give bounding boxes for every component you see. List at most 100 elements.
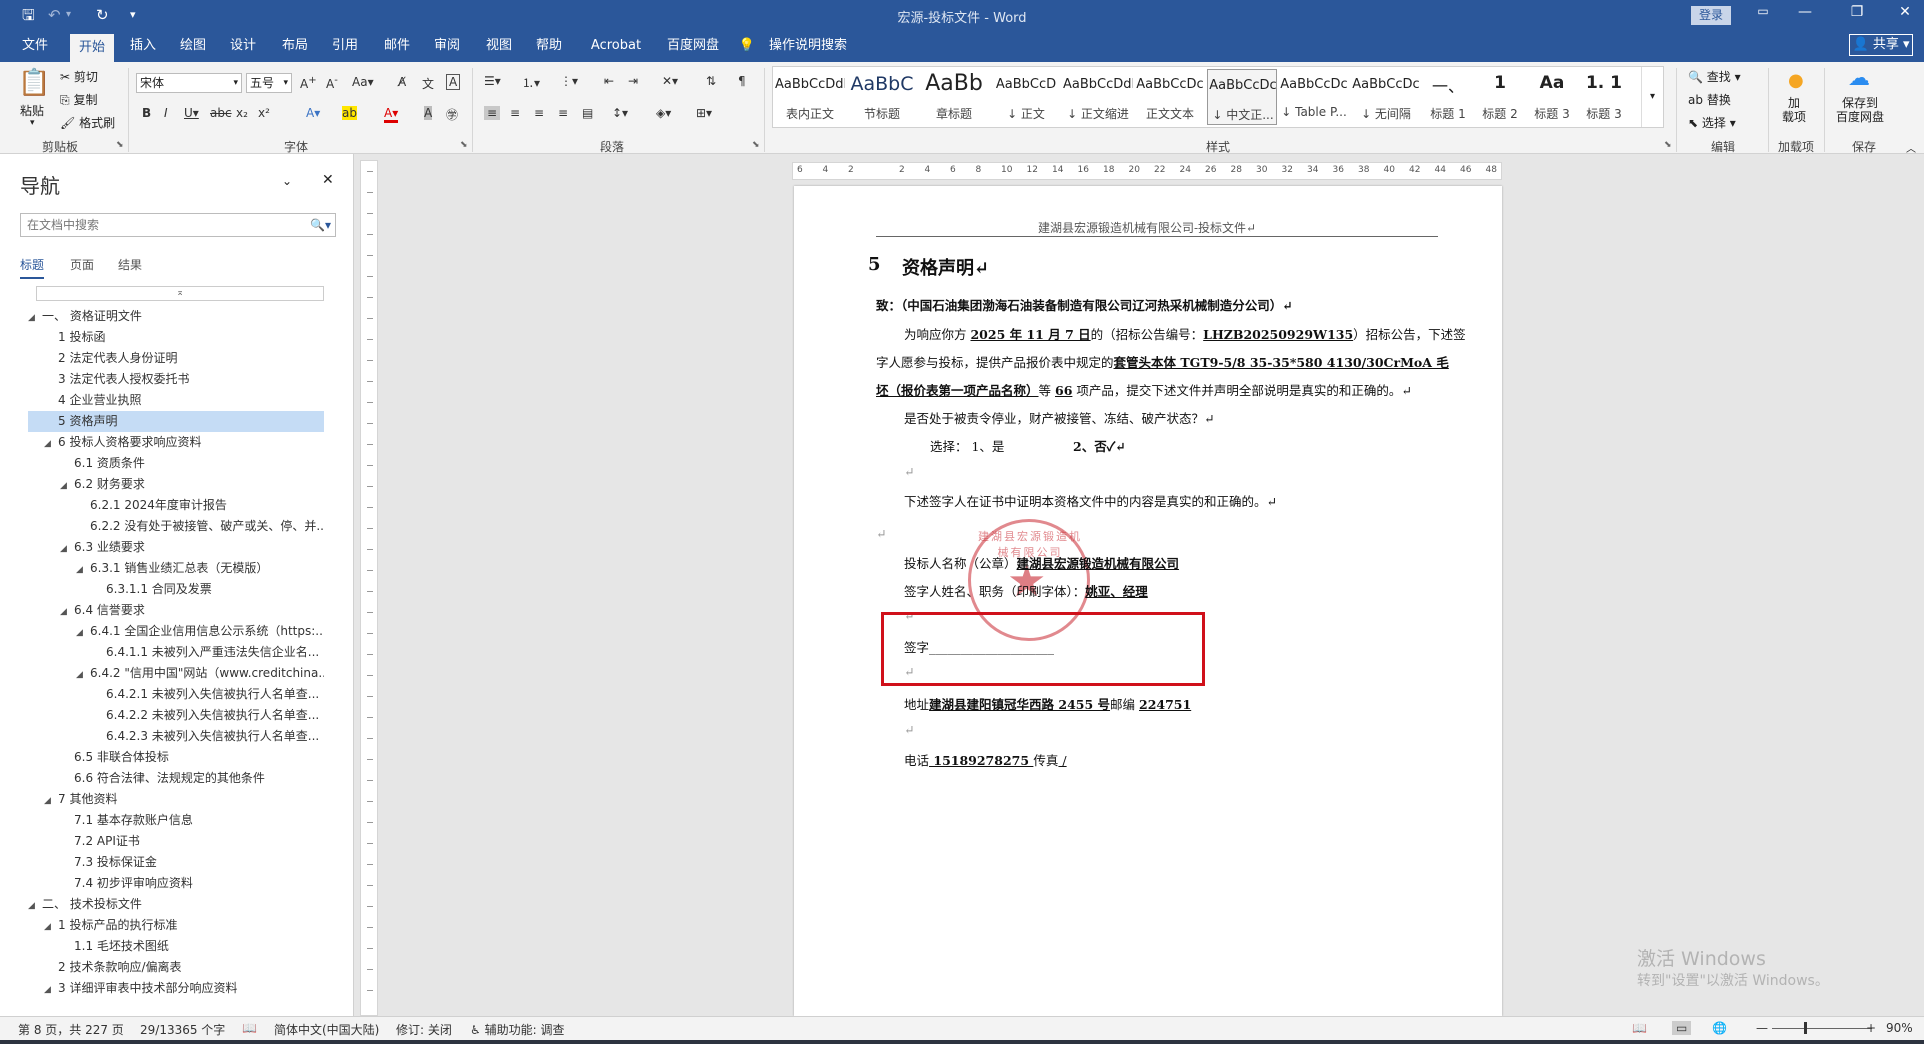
replace-button[interactable]: ab 替换 — [1688, 91, 1731, 108]
proofing-icon[interactable]: 📖 — [242, 1021, 257, 1035]
numbering-icon[interactable]: ⒈▾ — [522, 74, 540, 91]
style-item[interactable]: AaBbCcDdI 表内正文 — [775, 69, 845, 125]
style-item[interactable]: AaBbCcD ↓ 正文 — [991, 69, 1061, 125]
font-name-combo[interactable]: 宋体 ▾ — [136, 73, 242, 93]
subscript-icon[interactable]: x₂ — [236, 106, 248, 120]
zoom-level[interactable]: 90% — [1886, 1021, 1913, 1035]
nav-heading-item[interactable]: 2 技术条款响应/偏离表 — [28, 957, 324, 978]
tab-acrobat[interactable]: Acrobat — [584, 30, 648, 62]
cut-button[interactable]: ✂ 剪切 — [60, 68, 98, 85]
nav-heading-item[interactable]: 5 资格声明 — [28, 411, 324, 432]
style-item[interactable]: Aa 标题 3 — [1527, 69, 1577, 125]
styles-more-icon[interactable]: ▾ — [1641, 67, 1663, 127]
expand-caret-icon[interactable]: ◢ — [76, 623, 90, 642]
increase-indent-icon[interactable]: ⇥ — [628, 74, 638, 88]
line-spacing-icon[interactable]: ↕▾ — [612, 106, 628, 120]
expand-caret-icon[interactable]: ◢ — [44, 434, 58, 453]
nav-tab-results[interactable]: 结果 — [118, 256, 142, 273]
login-button[interactable]: 登录 — [1691, 6, 1731, 25]
nav-search-input[interactable]: 在文档中搜索 🔍▾ — [20, 213, 336, 237]
expand-caret-icon[interactable]: ◢ — [76, 665, 90, 684]
borders-icon[interactable]: ⊞▾ — [696, 106, 712, 120]
expand-caret-icon[interactable]: ◢ — [44, 791, 58, 810]
tab-file[interactable]: 文件 — [14, 30, 56, 62]
clear-format-icon[interactable]: A̸ — [398, 75, 406, 89]
font-launcher-icon[interactable]: ⬊ — [460, 140, 468, 150]
nav-heading-item[interactable]: 7.4 初步评审响应资料 — [28, 873, 324, 894]
tab-insert[interactable]: 插入 — [122, 30, 164, 62]
nav-heading-item[interactable]: 6.2.2 没有处于被接管、破产或关、停、并... — [28, 516, 324, 537]
tab-baidu-netdisk[interactable]: 百度网盘 — [658, 30, 728, 62]
tab-home[interactable]: 开始 — [70, 34, 114, 62]
styles-launcher-icon[interactable]: ⬊ — [1664, 140, 1672, 150]
bold-icon[interactable]: B — [142, 106, 151, 120]
nav-heading-item[interactable]: ◢ 二、 技术投标文件 — [28, 894, 324, 915]
tab-review[interactable]: 审阅 — [426, 30, 468, 62]
word-count[interactable]: 29/13365 个字 — [140, 1021, 225, 1038]
shrink-font-icon[interactable]: A- — [326, 75, 338, 91]
ribbon-display-icon[interactable]: ▭ — [1748, 4, 1778, 18]
paste-icon[interactable]: 📋 — [18, 68, 50, 98]
nav-heading-item[interactable]: 4 企业营业执照 — [28, 390, 324, 411]
enclose-char-icon[interactable]: ㊫ — [446, 106, 458, 123]
char-shading-icon[interactable]: A — [424, 106, 433, 120]
sort-icon[interactable]: ⇅ — [706, 74, 716, 88]
tab-view[interactable]: 视图 — [478, 30, 520, 62]
close-icon[interactable]: ✕ — [1890, 4, 1920, 20]
style-item[interactable]: 一、 标题 1 — [1423, 69, 1473, 125]
decrease-indent-icon[interactable]: ⇤ — [604, 74, 614, 88]
nav-heading-item[interactable]: 6.4.2.1 未被列入失信被执行人名单查... — [28, 684, 324, 705]
search-icon[interactable]: 🔍▾ — [310, 214, 331, 236]
zoom-slider-thumb[interactable] — [1804, 1022, 1807, 1034]
show-marks-icon[interactable]: ¶ — [738, 74, 746, 88]
chinese-layout-icon[interactable]: ✕▾ — [662, 74, 678, 88]
collapse-ribbon-icon[interactable]: ︿ — [1906, 140, 1916, 155]
nav-heading-item[interactable]: ◢ 6 投标人资格要求响应资料 — [28, 432, 324, 453]
nav-heading-item[interactable]: 6.1 资质条件 — [28, 453, 324, 474]
nav-heading-item[interactable]: 7.2 API证书 — [28, 831, 324, 852]
tab-mailings[interactable]: 邮件 — [376, 30, 418, 62]
char-border-icon[interactable]: A — [446, 74, 461, 90]
read-mode-icon[interactable]: 📖 — [1632, 1021, 1647, 1035]
addins-button[interactable]: 加 载项 — [1782, 96, 1806, 124]
expand-caret-icon[interactable]: ◢ — [76, 560, 90, 579]
style-item[interactable]: AaBb 章标题 — [919, 69, 989, 125]
nav-tab-headings[interactable]: 标题 — [20, 256, 45, 279]
web-layout-icon[interactable]: 🌐 — [1712, 1021, 1727, 1035]
tab-design[interactable]: 设计 — [222, 30, 264, 62]
grow-font-icon[interactable]: A+ — [300, 75, 317, 91]
nav-heading-item[interactable]: ◢ 一、 资格证明文件 — [28, 306, 324, 327]
clipboard-launcher-icon[interactable]: ⬊ — [116, 140, 124, 150]
nav-heading-item[interactable]: ◢ 6.2 财务要求 — [28, 474, 324, 495]
language[interactable]: 简体中文(中国大陆) — [274, 1021, 379, 1038]
text-effects-icon[interactable]: A▾ — [306, 106, 320, 120]
expand-caret-icon[interactable]: ◢ — [44, 917, 58, 936]
zoom-out-icon[interactable]: — — [1756, 1021, 1768, 1035]
nav-heading-item[interactable]: 7.3 投标保证金 — [28, 852, 324, 873]
font-size-combo[interactable]: 五号 ▾ — [246, 73, 292, 93]
italic-icon[interactable]: I — [164, 106, 168, 120]
strikethrough-icon[interactable]: abc — [210, 106, 232, 120]
find-button[interactable]: 🔍 查找 ▾ — [1688, 68, 1741, 85]
highlight-icon[interactable]: ab — [342, 106, 357, 120]
nav-heading-item[interactable]: 6.4.1.1 未被列入严重违法失信企业名... — [28, 642, 324, 663]
baidu-cloud-icon[interactable]: ☁ — [1848, 66, 1870, 91]
nav-heading-item[interactable]: 6.4.2.3 未被列入失信被执行人名单查... — [28, 726, 324, 747]
tab-draw[interactable]: 绘图 — [172, 30, 214, 62]
nav-tab-pages[interactable]: 页面 — [70, 256, 94, 273]
align-left-icon[interactable]: ≡ — [484, 106, 501, 120]
nav-heading-item[interactable]: ◢ 6.3 业绩要求 — [28, 537, 324, 558]
nav-heading-item[interactable]: ◢ 6.4.1 全国企业信用信息公示系统（https:... — [28, 621, 324, 642]
expand-caret-icon[interactable]: ◢ — [28, 308, 42, 327]
page-count[interactable]: 第 8 页，共 227 页 — [18, 1021, 124, 1038]
nav-options-icon[interactable]: ⌄ — [282, 174, 292, 188]
style-item[interactable]: AaBbC 节标题 — [847, 69, 917, 125]
change-case-icon[interactable]: Aa▾ — [352, 75, 374, 89]
nav-heading-item[interactable]: 6.6 符合法律、法规规定的其他条件 — [28, 768, 324, 789]
nav-heading-item[interactable]: ◢ 6.4 信誉要求 — [28, 600, 324, 621]
tab-references[interactable]: 引用 — [324, 30, 366, 62]
nav-heading-item[interactable]: 2 法定代表人身份证明 — [28, 348, 324, 369]
minimize-icon[interactable]: — — [1790, 4, 1820, 20]
font-color-icon[interactable]: A▾ — [384, 106, 399, 123]
paste-button[interactable]: 粘贴 — [20, 102, 44, 119]
